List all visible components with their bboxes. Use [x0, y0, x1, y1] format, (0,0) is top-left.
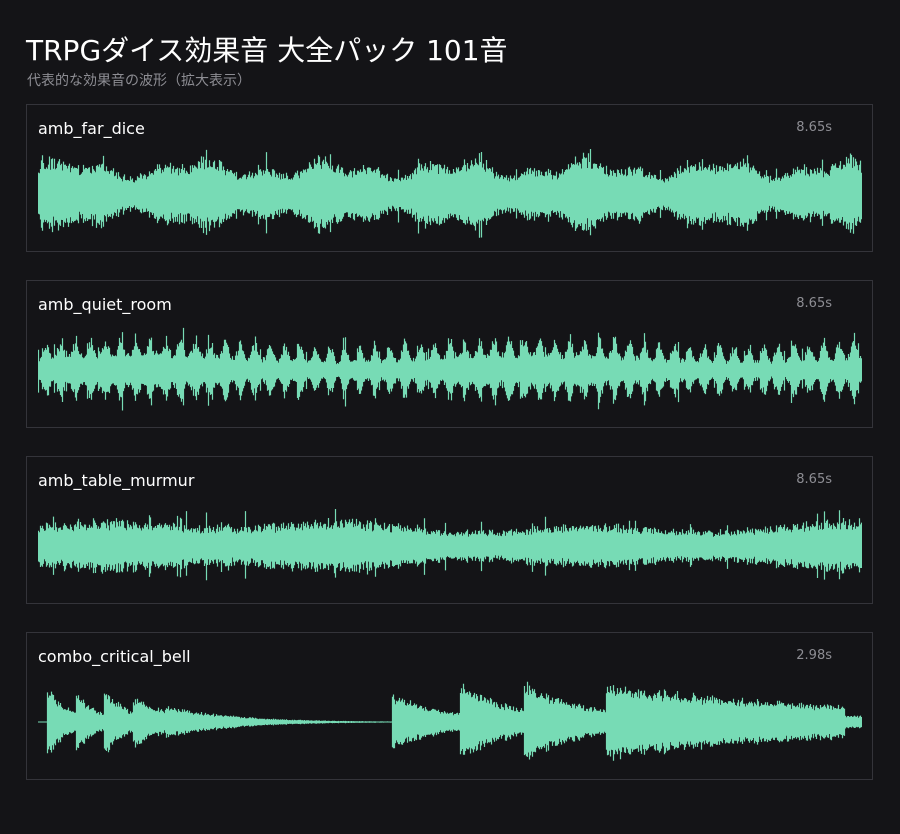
waveform-panel: combo_critical_bell 2.98s: [26, 632, 873, 780]
sound-name: amb_quiet_room: [38, 295, 172, 314]
waveform-panel: amb_table_murmur 8.65s: [26, 456, 873, 604]
page-title: TRPGダイス効果音 大全パック 101音: [26, 34, 508, 67]
sound-name: amb_far_dice: [38, 119, 145, 138]
waveform: [38, 681, 862, 761]
waveform-trace: [38, 509, 862, 581]
waveform-panel: amb_far_dice 8.65s: [26, 104, 873, 252]
waveform: [38, 509, 862, 581]
sound-duration: 8.65s: [796, 472, 832, 487]
waveform-trace: [46, 681, 862, 761]
waveform-trace: [38, 327, 862, 411]
page-subtitle: 代表的な効果音の波形（拡大表示）: [27, 73, 251, 89]
sound-name: amb_table_murmur: [38, 471, 195, 490]
waveform-trace: [38, 149, 862, 238]
sound-name: combo_critical_bell: [38, 647, 191, 666]
waveform: [38, 327, 862, 411]
waveform: [38, 149, 862, 238]
sound-duration: 2.98s: [796, 648, 832, 663]
sound-duration: 8.65s: [796, 296, 832, 311]
sound-duration: 8.65s: [796, 120, 832, 135]
waveform-panel: amb_quiet_room 8.65s: [26, 280, 873, 428]
